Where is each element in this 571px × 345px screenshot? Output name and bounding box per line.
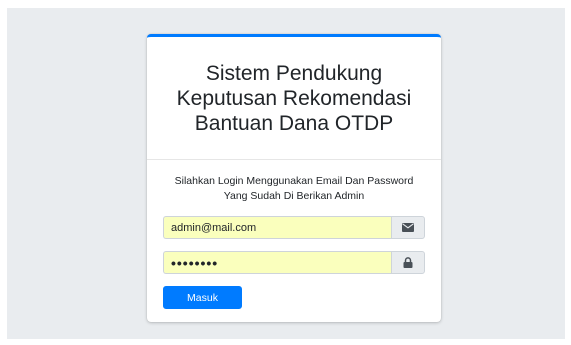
password-addon: [391, 251, 425, 274]
password-field[interactable]: [163, 251, 391, 274]
lock-icon: [403, 257, 413, 268]
password-input-group: [163, 251, 425, 274]
login-card-body: Silahkan Login Menggunakan Email Dan Pas…: [147, 160, 441, 309]
login-card: Sistem Pendukung Keputusan Rekomendasi B…: [147, 34, 441, 322]
email-field[interactable]: [163, 216, 391, 239]
login-button[interactable]: Masuk: [163, 286, 242, 309]
login-message: Silahkan Login Menggunakan Email Dan Pas…: [174, 175, 414, 202]
envelope-icon: [402, 223, 414, 232]
page-background: Sistem Pendukung Keputusan Rekomendasi B…: [7, 8, 565, 339]
login-card-header: Sistem Pendukung Keputusan Rekomendasi B…: [147, 37, 441, 160]
email-input-group: [163, 216, 425, 239]
email-addon: [391, 216, 425, 239]
app-title: Sistem Pendukung Keputusan Rekomendasi B…: [176, 61, 412, 135]
